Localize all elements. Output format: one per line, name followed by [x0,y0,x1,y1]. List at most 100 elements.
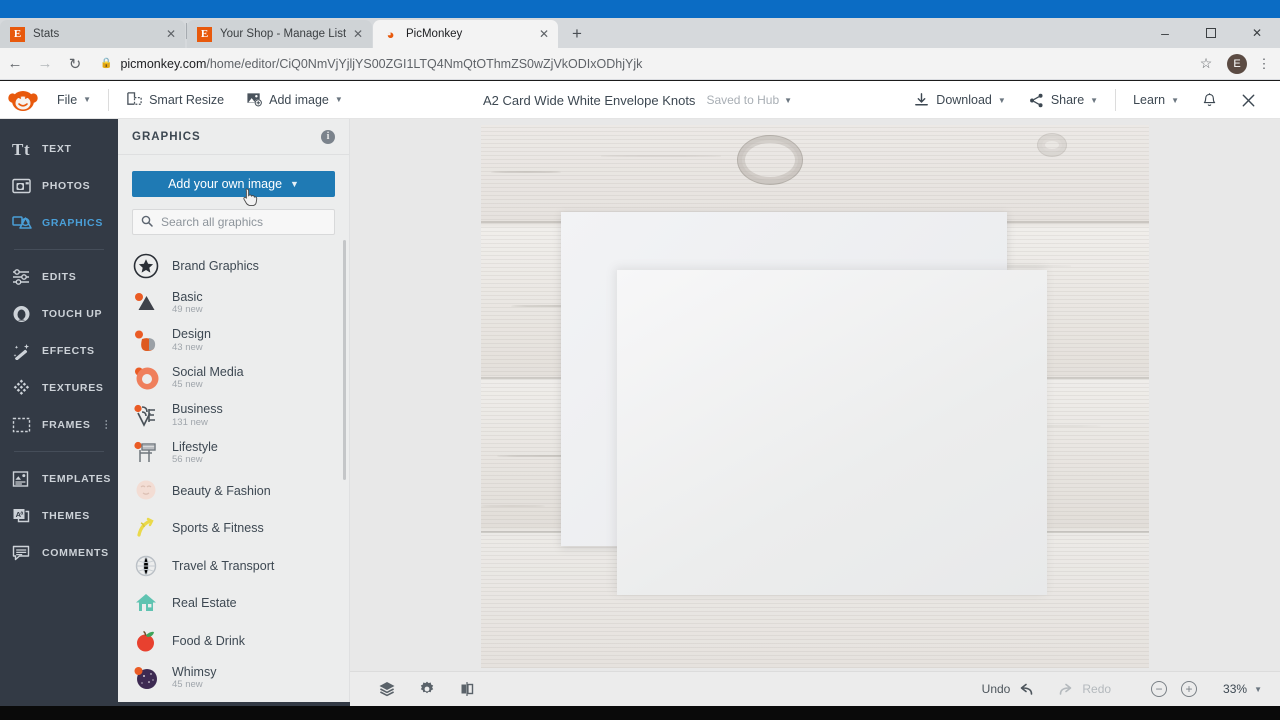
info-icon[interactable]: i [321,129,335,144]
category-count: 49 new [172,304,203,316]
list-item-beauty-fashion[interactable]: Beauty & Fashion [118,472,349,510]
star-icon[interactable]: ☆ [1192,55,1220,72]
forward-icon[interactable]: → [30,49,60,79]
chevron-down-icon: ▼ [1254,684,1262,694]
svg-text:a: a [20,510,23,516]
download-icon [915,92,929,105]
monkey-logo-svg [8,90,38,111]
undo-button[interactable]: Undo [982,682,1035,697]
gear-icon[interactable] [418,680,436,698]
file-menu-label: File [57,92,78,107]
zoom-level-selector[interactable]: 33% ▼ [1223,682,1262,696]
kebab-menu-icon[interactable]: ⋮ [1254,56,1274,72]
templates-icon [12,470,42,488]
header-divider [108,88,110,111]
share-icon [1029,93,1043,107]
smart-resize-button[interactable]: Smart Resize [115,81,235,119]
bottom-left-tools [350,680,476,698]
layers-icon[interactable] [378,680,396,698]
list-item-design[interactable]: Design 43 new [118,322,349,360]
list-item-whimsy[interactable]: Whimsy 45 new [118,660,349,698]
whimsy-icon [132,664,160,692]
zoom-in-button[interactable]: + [1181,681,1198,697]
address-bar[interactable]: 🔒 picmonkey.com/home/editor/CiQ0NmVjYjlj… [100,52,1186,76]
reload-icon[interactable]: ↻ [60,49,90,79]
picmonkey-monkey-logo[interactable] [0,88,46,112]
sidebar-item-frames[interactable]: FRAMES ⋮ [0,406,118,443]
close-icon[interactable]: ✕ [536,26,552,42]
comments-icon [12,544,42,562]
sidebar-item-comments[interactable]: COMMENTS [0,534,118,571]
panel-title: GRAPHICS [132,130,201,143]
page-title[interactable]: A2 Card Wide White Envelope Knots [483,93,695,108]
chevron-down-icon: ▼ [1090,95,1099,105]
sidebar-item-touch-up[interactable]: TOUCH UP [0,295,118,332]
learn-label: Learn [1133,93,1166,107]
browser-tabstrip: E Stats ✕ E Your Shop - Manage Listings … [0,18,1280,48]
sidebar-item-graphics[interactable]: GRAPHICS [0,204,118,241]
browser-tab-stats[interactable]: E Stats ✕ [0,20,185,48]
learn-button[interactable]: Learn ▼ [1122,81,1190,119]
close-icon[interactable]: ✕ [350,26,366,42]
list-item-basic[interactable]: Basic 49 new [118,285,349,323]
sidebar-item-edits[interactable]: EDITS [0,258,118,295]
sliders-icon [12,268,42,286]
back-icon[interactable]: ← [0,49,30,79]
search-graphics-box[interactable] [132,209,335,235]
list-item-real-estate[interactable]: Real Estate [118,585,349,623]
add-image-button[interactable]: Add image ▼ [235,81,354,119]
chevron-down-icon: ▼ [290,179,299,189]
sidebar-item-effects[interactable]: EFFECTS [0,332,118,369]
list-item-business[interactable]: Business 131 new [118,397,349,435]
text-icon: Tt [12,140,42,158]
sidebar-label: TOUCH UP [42,307,103,320]
header-actions: Download ▼ Share ▼ Learn ▼ [902,81,1280,119]
share-button[interactable]: Share ▼ [1017,81,1109,119]
sidebar-item-templates[interactable]: TEMPLATES [0,460,118,497]
frames-icon [12,416,42,434]
category-name: Social Media [172,364,244,379]
list-item-travel-transport[interactable]: Travel & Transport [118,547,349,585]
add-image-label: Add image [269,92,329,107]
add-your-own-image-button[interactable]: Add your own image ▼ [132,171,335,197]
avatar[interactable]: E [1227,53,1247,74]
list-item-brand-graphics[interactable]: Brand Graphics [118,247,349,285]
save-status[interactable]: Saved to Hub ▼ [706,93,792,107]
sidebar-item-textures[interactable]: TEXTURES [0,369,118,406]
close-icon[interactable]: ✕ [163,26,179,42]
sidebar-item-themes[interactable]: A a THEMES [0,497,118,534]
close-window-button[interactable]: ✕ [1234,18,1280,48]
list-item-food-drink[interactable]: Food & Drink [118,622,349,660]
house-icon [132,589,160,617]
overflow-menu-icon[interactable]: ⋮ [101,420,112,429]
sidebar-item-photos[interactable]: PHOTOS [0,167,118,204]
close-editor-button[interactable] [1229,81,1268,119]
textures-icon [12,379,42,397]
redo-button[interactable]: Redo [1058,682,1111,697]
list-item-social-media[interactable]: Social Media 45 new [118,360,349,398]
browser-tab-manage-listings[interactable]: E Your Shop - Manage Listings - Et ✕ [187,20,372,48]
graphics-icon [12,214,42,232]
save-status-label: Saved to Hub [706,93,780,107]
minimize-button[interactable]: – [1142,18,1188,48]
notification-bell-button[interactable] [1190,81,1229,119]
browser-tab-picmonkey[interactable]: ◕ PicMonkey ✕ [373,20,558,48]
file-menu-button[interactable]: File ▼ [46,81,102,119]
sidebar-item-text[interactable]: Tt TEXT [0,130,118,167]
sidebar-label: EDITS [42,270,77,283]
url-path: /home/editor/CiQ0NmVjYjljYS00ZGI1LTQ4NmQ… [206,56,643,71]
card-front-layer[interactable] [617,270,1047,595]
flip-icon[interactable] [458,680,476,698]
list-item-sports-fitness[interactable]: Sports & Fitness [118,510,349,548]
download-button[interactable]: Download ▼ [902,81,1017,119]
list-item-lifestyle[interactable]: Lifestyle 56 new [118,435,349,473]
etsy-icon: E [10,26,25,42]
maximize-button[interactable] [1188,18,1234,48]
image-canvas[interactable] [481,125,1149,668]
zoom-out-button[interactable]: − [1151,681,1168,697]
window-titlebar-strip [0,0,1280,18]
panel-scrollbar[interactable] [343,240,346,480]
basic-shapes-icon [132,289,160,317]
new-tab-button[interactable]: + [563,20,591,48]
search-input[interactable] [161,215,326,229]
